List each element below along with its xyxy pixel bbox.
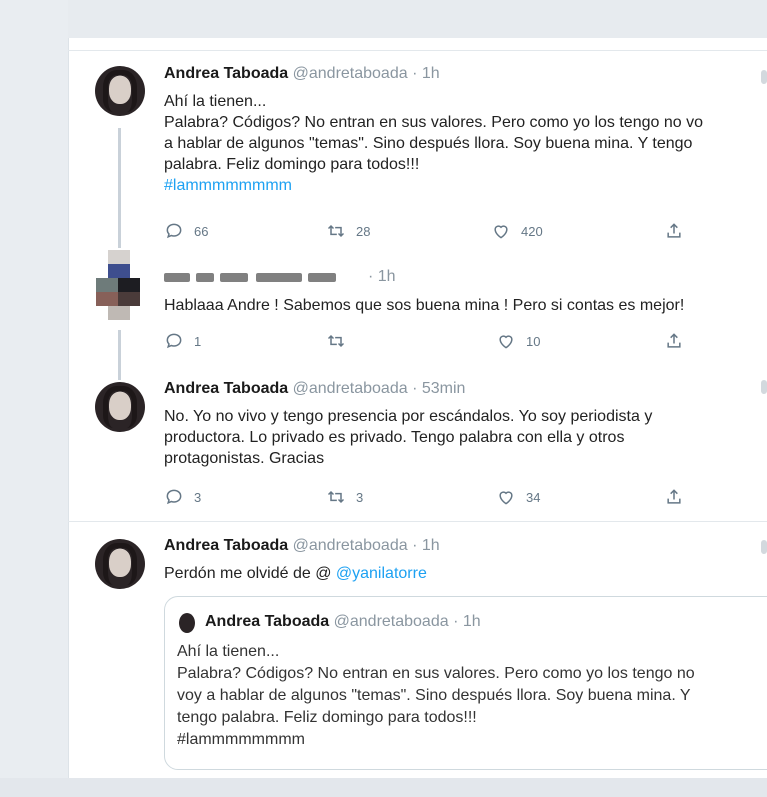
mention-link[interactable]: @yanilatorre [336,565,427,582]
share-button[interactable] [664,331,684,351]
like-icon [499,491,513,505]
tweet-text: Ahí la tienen... Palabra? Códigos? No en… [164,91,703,196]
avatar[interactable] [95,382,145,432]
quoted-avatar [179,613,195,633]
retweet-count: 3 [356,489,364,505]
like-icon [499,335,513,349]
share-button[interactable] [664,221,684,241]
retweet-button[interactable]: 28 [326,221,370,241]
tweet-header: Andrea Taboada @andretaboada · 53min [164,380,465,398]
reply-button[interactable]: 66 [164,221,208,241]
browser-top-band [0,0,767,38]
retweet-count: 28 [356,223,371,239]
hashtag-link[interactable]: #lammmmmmmm [164,175,703,196]
tweet-text: Hablaaa Andre ! Sabemos que sos buena mi… [164,295,684,316]
edge-more-indicator [761,380,767,394]
quoted-line: Ahí la tienen... [177,643,280,660]
reply-count: 3 [194,489,202,505]
quoted-line: #lammmmmmmm [177,731,305,748]
quoted-line: tengo palabra. Feliz domingo para todos!… [177,709,477,726]
tweet-text-prefix: Perdón me olvidé de @ [164,565,336,582]
reply-icon [166,223,182,239]
tweet-line: Ahí la tienen... [164,93,267,110]
tweet-line: palabra. Feliz domingo para todos!!! [164,156,420,173]
like-count: 10 [526,333,541,349]
tweet-line: protagonistas. Gracias [164,450,325,467]
avatar[interactable] [95,539,145,589]
quoted-text: Ahí la tienen... Palabra? Códigos? No en… [177,641,695,751]
tweet-text: No. Yo no vivo y tengo presencia por esc… [164,406,652,469]
like-button[interactable]: 34 [496,487,540,507]
quoted-header: Andrea Taboada @andretaboada · 1h [205,613,481,631]
tweet-header: Andrea Taboada @andretaboada · 1h [164,65,440,83]
tweet-header: · 1h [368,268,396,286]
tweet-divider [68,521,767,522]
avatar[interactable] [96,250,140,322]
author-name[interactable]: Andrea Taboada [164,537,288,554]
retweet-icon [327,490,345,504]
edge-more-indicator [761,540,767,554]
quoted-line: Palabra? Códigos? No entran en sus valor… [177,665,695,682]
share-icon [667,489,681,504]
share-icon [667,333,681,348]
tweet-text: Perdón me olvidé de @ @yanilatorre [164,563,427,584]
reply-count: 66 [194,223,209,239]
reply-icon [166,489,182,505]
author-handle[interactable]: @andretaboada · 1h [293,65,440,82]
left-margin [0,0,68,797]
author-handle[interactable]: @andretaboada · 53min [293,380,466,397]
quoted-tweet[interactable]: Andrea Taboada @andretaboada · 1h Ahí la… [164,596,767,770]
tweet-header: Andrea Taboada @andretaboada · 1h [164,537,440,555]
reply-button[interactable]: 3 [164,487,201,507]
like-button[interactable]: 420 [491,221,543,241]
author-name[interactable]: Andrea Taboada [164,380,288,397]
retweet-button[interactable] [326,331,346,351]
quoted-author-name: Andrea Taboada [205,613,330,630]
tweet-line: Palabra? Códigos? No entran en sus valor… [164,114,703,131]
edge-more-indicator [761,70,767,84]
quoted-line: voy a hablar de algunos "temas". Sino de… [177,687,691,704]
reply-button[interactable]: 1 [164,331,201,351]
blurred-author-name [164,271,364,285]
retweet-icon [327,334,345,348]
author-name[interactable]: Andrea Taboada [164,65,288,82]
retweet-icon [327,224,345,238]
tweet-time[interactable]: · 1h [368,268,396,285]
author-handle[interactable]: @andretaboada · 1h [293,537,440,554]
thread-line [118,128,121,248]
reply-icon [166,333,182,349]
retweet-button[interactable]: 3 [326,487,363,507]
quoted-author-handle: @andretaboada · 1h [333,613,481,630]
bottom-band [0,778,767,797]
tweet-line: productora. Lo privado es privado. Tengo… [164,429,625,446]
reply-count: 1 [194,333,202,349]
share-button[interactable] [664,487,684,507]
like-icon [494,225,508,239]
tweet-line: Hablaaa Andre ! Sabemos que sos buena mi… [164,297,685,314]
avatar[interactable] [95,66,145,116]
tweet-line: No. Yo no vivo y tengo presencia por esc… [164,408,653,425]
tweet-line: a hablar de algunos "temas". Sino despué… [164,135,693,152]
like-button[interactable]: 10 [496,331,540,351]
like-count: 34 [526,489,541,505]
thread-line [118,330,121,380]
like-count: 420 [521,223,543,239]
timeline-top-divider [68,50,767,51]
share-icon [667,223,681,238]
